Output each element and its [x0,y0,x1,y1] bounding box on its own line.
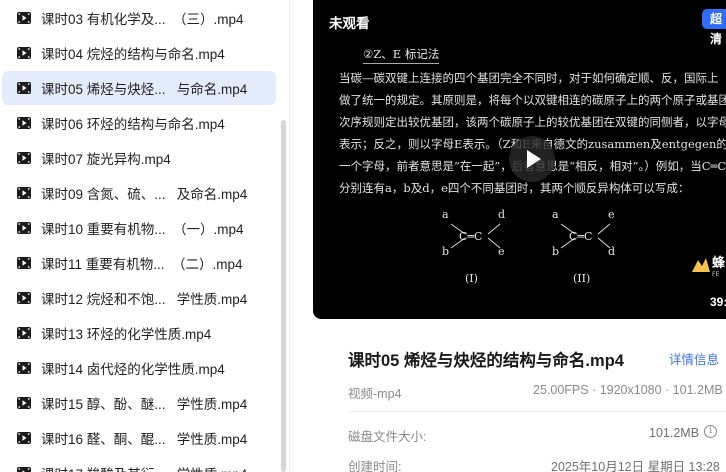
info-divider [348,411,726,412]
watermark-logo: 蜂 FE [692,255,726,278]
file-list-item-label: 课时09 含氮、硫、... 及命名.mp4 [41,187,248,202]
file-list-item[interactable]: 课时09 含氮、硫、... 及命名.mp4 [2,176,276,210]
file-list-item[interactable]: 课时10 重要有机物... （一）.mp4 [2,211,276,245]
mol2-bottom-left: b [552,245,559,258]
video-file-icon [17,292,31,304]
file-list-item[interactable]: 课时03 有机化学及... （三）.mp4 [2,1,276,35]
file-list-panel: 课时03 有机化学及... （三）.mp4 课时04 烷烃的结构与命名.mp4 课时… [0,0,284,472]
file-list-item[interactable]: 课时05 烯烃与炔烃... 与命名.mp4 [2,71,276,105]
video-file-icon [17,47,31,59]
mol1-label: (I) [465,272,478,285]
app-window: 课时03 有机化学及... （三）.mp4 课时04 烷烃的结构与命名.mp4 课时… [0,0,726,472]
info-icon[interactable] [704,425,717,438]
detail-info-link[interactable]: 详情信息 [669,349,719,368]
video-file-icon [17,187,31,199]
file-list-item-label: 课时11 重要有机物... （二）.mp4 [41,257,243,272]
mol1-bottom-right: e [498,245,505,258]
file-list-item[interactable]: 课时12 烷烃和不饱... 学性质.mp4 [2,281,276,315]
video-file-icon [17,117,31,129]
file-list-item[interactable]: 课时06 环烃的结构与命名.mp4 [2,106,276,140]
file-list-item-label: 课时07 旋光异构.mp4 [41,152,171,167]
molecule-1: a d b e C═C (I) [442,208,505,285]
disk-size-value: 101.2MB [649,426,700,440]
watch-status: 未观看 [329,16,370,31]
video-spec: 25.00FPS · 1920x1080 · 101.2MB [533,383,723,397]
mol1-center: C═C [459,230,482,243]
file-list-item-label: 课时16 醛、酮、醌... 学性质.mp4 [41,432,248,447]
video-title: 课时05 烯烃与炔烃的结构与命名.mp4 [348,352,624,370]
video-duration: 39: [710,295,726,309]
slide-heading: ②Z、E 标记法 [363,46,440,64]
video-file-icon [17,257,31,269]
video-file-icon [17,432,31,444]
file-list-item-label: 课时13 环烃的化学性质.mp4 [41,327,212,342]
file-list-item[interactable]: 课时04 烷烃的结构与命名.mp4 [2,36,276,70]
file-list-item[interactable]: 课时14 卤代烃的化学性质.mp4 [2,351,276,385]
file-list-item-label: 课时06 环烃的结构与命名.mp4 [41,117,225,132]
file-list-item[interactable]: 课时11 重要有机物... （二）.mp4 [2,246,276,280]
file-list-item[interactable]: 课时17 羧酸及其衍... 学性质.mp4 [2,456,276,472]
file-list-item[interactable]: 课时13 环烃的化学性质.mp4 [2,316,276,350]
video-player[interactable]: 未观看 超清 ②Z、E 标记法 当碳—碳双键上连接的四个基团完全不同时，对于如何… [313,0,726,319]
list-scrollbar[interactable] [281,120,286,472]
mol1-top-right: d [498,208,505,221]
file-list-item-label: 课时05 烯烃与炔烃... 与命名.mp4 [41,82,248,97]
file-list-item-label: 课时04 烷烃的结构与命名.mp4 [41,47,225,62]
mol2-top-right: e [608,208,615,221]
mol2-label: (II) [573,272,590,285]
quality-badge[interactable]: 超清 [702,9,726,46]
slide-line: 做了统一的规定。其原则是，将每个以双键相连的碳原子上的两个原子或基团按 [339,93,726,107]
watermark-text: 蜂 [712,255,726,271]
file-type: 视频-mp4 [348,387,402,401]
created-time-value: 2025年10月12日 星期日 13:28 [551,460,720,472]
file-list-item-label: 课时10 重要有机物... （一）.mp4 [41,222,244,237]
panel-divider [289,0,290,472]
file-list-item[interactable]: 课时07 旋光异构.mp4 [2,141,276,175]
molecule-diagrams: a d b e C═C (I) a e b d C═C (II) [442,208,615,285]
file-list-item-label: 课时14 卤代烃的化学性质.mp4 [41,362,225,377]
file-list-item-label: 课时15 醇、酚、醚... 学性质.mp4 [41,397,248,412]
mol1-bottom-left: b [442,245,449,258]
mol2-bottom-right: d [608,245,615,258]
slide-line: 次序规则定出较优基团，该两个碳原子上的较优基团在双键的同侧者，以字母Z [339,115,726,129]
mol2-center: C═C [569,230,592,243]
file-list-item[interactable]: 课时15 醇、酚、醚... 学性质.mp4 [2,386,276,420]
file-list-item[interactable]: 课时16 醛、酮、醌... 学性质.mp4 [2,421,276,455]
watermark-subtext: FE [712,271,719,278]
file-list-item-label: 课时17 羧酸及其衍... 学性质.mp4 [41,463,247,472]
video-file-icon [17,397,31,409]
file-list-item-label: 课时12 烷烃和不饱... 学性质.mp4 [41,292,248,307]
file-list-item-label: 课时03 有机化学及... （三）.mp4 [41,12,244,27]
video-file-icon [17,467,31,472]
video-file-icon [17,362,31,374]
slide-line: 当碳—碳双键上连接的四个基团完全不同时，对于如何确定顺、反，国际上 [339,71,719,85]
video-file-icon [17,12,31,24]
play-icon [527,150,541,168]
mol1-top-left: a [442,208,449,221]
slide-line: 分别连有a，b及d，e四个不同基团时，其两个顺反异构体可以写成： [339,181,690,195]
molecule-2: a e b d C═C (II) [552,208,615,285]
created-time-label: 创建时间: [348,460,402,472]
video-file-icon [17,152,31,164]
video-file-icon [17,327,31,339]
video-file-icon [17,82,31,94]
disk-size-label: 磁盘文件大小: [348,430,427,444]
play-button[interactable] [509,136,555,182]
video-file-icon [17,222,31,234]
mol2-top-left: a [552,208,559,221]
